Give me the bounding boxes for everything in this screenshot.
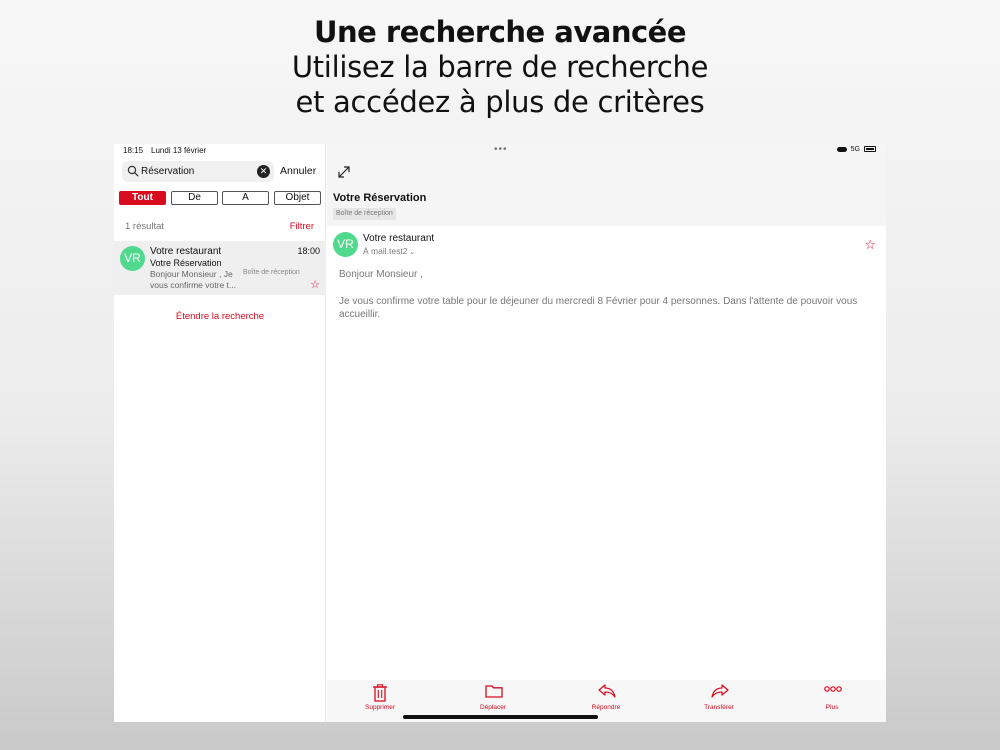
search-input[interactable]: Réservation ✕ (122, 161, 274, 182)
forward-button[interactable]: Transférer (679, 680, 759, 722)
search-icon (127, 165, 139, 177)
folder-badge: Boîte de réception (333, 208, 396, 220)
forward-label: Transférer (704, 704, 734, 711)
extend-search-link[interactable]: Étendre la recherche (114, 311, 326, 322)
filter-button[interactable]: Filtrer (290, 221, 314, 232)
message-greeting: Bonjour Monsieur , (339, 269, 423, 280)
message-body: Je vous confirme votre table pour le déj… (339, 296, 858, 320)
filter-chip-subject[interactable]: Objet (274, 191, 321, 205)
list-item[interactable]: VR Votre restaurant 18:00 Votre Réservat… (114, 241, 326, 295)
avatar: VR (120, 246, 145, 271)
reply-label: Répondre (591, 704, 621, 711)
mail-preview: Bonjour Monsieur , Je vous confirme votr… (150, 269, 236, 290)
search-pane: 18:15 Lundi 13 février Réservation ✕ Annu… (114, 144, 326, 722)
signal-icon (836, 146, 847, 152)
mail-time: 18:00 (297, 246, 320, 256)
battery-icon (864, 146, 876, 153)
star-icon[interactable]: ☆ (864, 237, 876, 253)
message-sender: Votre restaurant (363, 233, 435, 244)
more-icon (824, 686, 842, 692)
message-title: Votre Réservation (333, 192, 427, 204)
status-time: 18:15 (123, 146, 144, 155)
mail-folder: Boîte de réception (243, 269, 300, 276)
status-bar-right: 5G (833, 146, 876, 153)
status-date: Lundi 13 février (151, 146, 207, 155)
filter-chip-from[interactable]: De (171, 191, 218, 205)
headline-line-1: Utilisez la barre de recherche (291, 50, 709, 84)
multitasking-dots-icon[interactable]: ••• (494, 144, 508, 155)
headline-line-2: et accédez à plus de critères (295, 85, 705, 119)
more-label: Plus (825, 704, 839, 711)
move-label: Déplacer (479, 704, 506, 711)
recipient-line[interactable]: À mail.test2 ⌄ (363, 246, 415, 256)
message-header: ••• 5G Votre Réservation Boîte de récept… (327, 144, 886, 226)
delete-label: Supprimer (365, 704, 395, 711)
filter-chip-all[interactable]: Tout (119, 191, 166, 205)
cancel-button[interactable]: Annuler (280, 165, 316, 177)
reply-icon (598, 684, 616, 698)
filter-chip-to[interactable]: A (222, 191, 269, 205)
status-bar-left: 18:15 Lundi 13 février (123, 146, 206, 155)
folder-icon (485, 685, 503, 698)
tablet-screen: 18:15 Lundi 13 février Réservation ✕ Annu… (114, 144, 886, 722)
message-pane: ••• 5G Votre Réservation Boîte de récept… (327, 144, 886, 722)
results-count: 1 résultat (125, 221, 165, 232)
mail-subject: Votre Réservation (150, 258, 222, 268)
trash-icon (373, 684, 387, 702)
mail-sender: Votre restaurant (150, 246, 222, 257)
headline-title: Une recherche avancée (313, 15, 687, 49)
more-button[interactable]: Plus (792, 680, 872, 722)
forward-icon (711, 684, 729, 698)
search-filter-chips: Tout De A Objet (119, 191, 323, 205)
recipient-address: mail.test2 (371, 246, 408, 256)
expand-icon[interactable] (337, 165, 351, 179)
clear-icon[interactable]: ✕ (257, 165, 270, 178)
network-label: 5G (850, 146, 860, 153)
promo-headline: Une recherche avancée Utilisez la barre … (0, 14, 1000, 120)
star-icon[interactable]: ☆ (310, 280, 320, 291)
home-indicator[interactable] (403, 715, 598, 719)
recipient-prefix: À (363, 246, 369, 256)
search-value: Réservation (141, 166, 195, 177)
sender-avatar: VR (333, 232, 358, 257)
chevron-down-icon: ⌄ (409, 249, 416, 256)
